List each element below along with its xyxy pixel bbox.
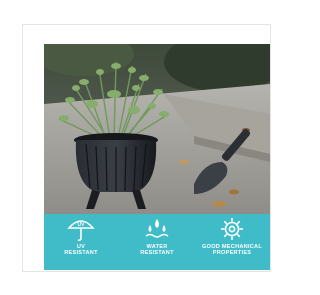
planter-scene-illustration	[44, 44, 270, 214]
feature-good-mechanical-properties: GOOD MECHANICAL PROPERTIES	[194, 214, 270, 270]
feature-uv-resistant: UV UV RESISTANT	[52, 214, 110, 270]
feature-label: GOOD MECHANICAL PROPERTIES	[202, 244, 262, 257]
umbrella-uv-icon: UV	[67, 214, 95, 244]
feature-label: WATER RESISTANT	[140, 244, 174, 257]
features-banner: UV UV RESISTANT WATER RESISTANT GOOD MEC…	[44, 214, 270, 270]
gear-icon	[218, 214, 246, 244]
feature-label: UV RESISTANT	[64, 244, 98, 257]
uv-badge-text: UV	[78, 222, 86, 228]
water-drops-icon	[143, 214, 171, 244]
product-photo	[44, 44, 270, 214]
feature-water-resistant: WATER RESISTANT	[128, 214, 186, 270]
